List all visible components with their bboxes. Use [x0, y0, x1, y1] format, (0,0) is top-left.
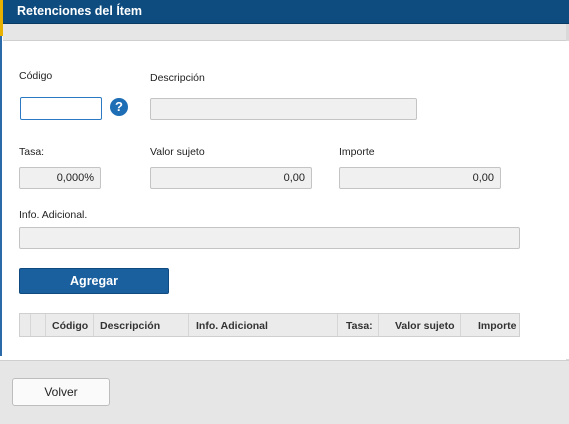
valor-sujeto-label: Valor sujeto — [150, 146, 205, 158]
window-titlebar: Retenciones del Ítem — [0, 0, 569, 24]
edge-line — [0, 36, 2, 356]
retenciones-grid-header: Código Descripción Info. Adicional Tasa:… — [19, 313, 520, 337]
help-icon[interactable]: ? — [110, 98, 128, 116]
grid-separator — [460, 314, 461, 336]
grid-separator — [30, 314, 31, 336]
window-title: Retenciones del Ítem — [17, 4, 143, 18]
importe-field[interactable]: 0,00 — [339, 167, 501, 189]
grid-col-importe[interactable]: Importe — [478, 320, 517, 332]
footer-bar: Volver — [0, 360, 569, 424]
grid-col-codigo[interactable]: Código — [52, 320, 88, 332]
info-adicional-field[interactable] — [19, 227, 520, 249]
codigo-label: Código — [19, 70, 53, 82]
descripcion-field[interactable] — [150, 98, 417, 120]
grid-separator — [337, 314, 338, 336]
grid-separator — [93, 314, 94, 336]
grid-col-info-adicional[interactable]: Info. Adicional — [196, 320, 268, 332]
agregar-button[interactable]: Agregar — [19, 268, 169, 294]
grid-col-tasa[interactable]: Tasa: — [346, 320, 373, 332]
codigo-input[interactable] — [20, 97, 102, 120]
importe-label: Importe — [339, 146, 375, 158]
toolbar-strip — [3, 24, 569, 41]
tasa-label: Tasa: — [19, 146, 45, 158]
grid-col-valor-sujeto[interactable]: Valor sujeto — [395, 320, 455, 332]
valor-sujeto-field[interactable]: 0,00 — [150, 167, 312, 189]
info-adicional-label: Info. Adicional. — [19, 209, 88, 221]
grid-separator — [45, 314, 46, 336]
form-panel — [3, 41, 569, 359]
tasa-field[interactable]: 0,000% — [19, 167, 101, 189]
grid-col-descripcion[interactable]: Descripción — [100, 320, 160, 332]
grid-separator — [188, 314, 189, 336]
grid-separator — [378, 314, 379, 336]
descripcion-label: Descripción — [150, 72, 205, 84]
volver-button[interactable]: Volver — [12, 378, 110, 406]
